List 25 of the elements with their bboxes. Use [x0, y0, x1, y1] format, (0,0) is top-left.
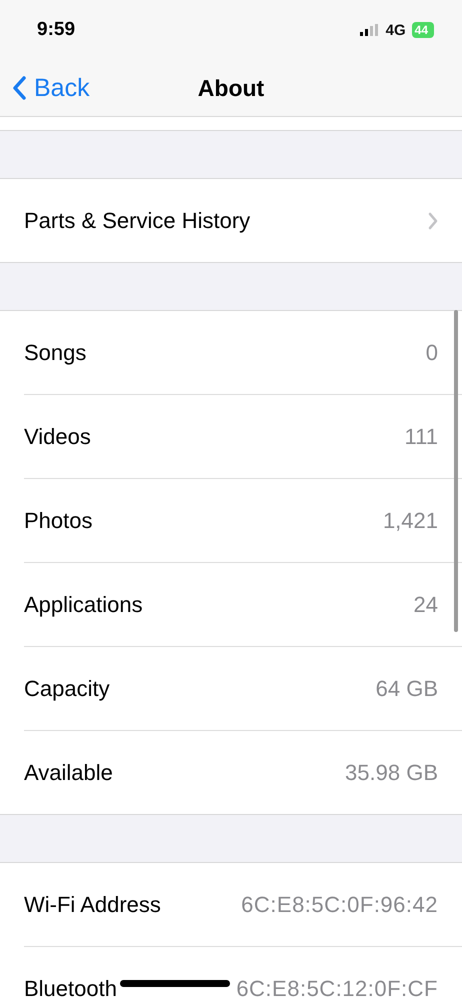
row-value: 24 [414, 592, 438, 618]
row-label: Photos [24, 508, 92, 534]
row-label: Applications [24, 592, 143, 618]
status-time: 9:59 [37, 19, 76, 41]
row-label: Capacity [24, 676, 110, 702]
back-button[interactable]: Back [0, 74, 90, 102]
row-label: Videos [24, 424, 91, 450]
row-value: 6C:E8:5C:0F:96:42 [241, 892, 438, 918]
row-label: Wi-Fi Address [24, 892, 161, 918]
back-chevron-icon [12, 76, 26, 100]
page-title: About [198, 74, 264, 102]
signal-icon [360, 24, 380, 36]
row-value: 1,421 [382, 508, 438, 534]
row-value: 111 [404, 424, 438, 450]
row-value: 6C:E8:5C:12:0F:CF [236, 976, 438, 1000]
row-label: Available [24, 760, 113, 786]
network-type: 4G [386, 22, 406, 38]
row-value: 35.98 GB [345, 760, 438, 786]
battery-level: 44 [412, 22, 434, 38]
row-label[interactable]: Parts & Service History [24, 208, 250, 234]
row-value: 0 [426, 340, 438, 366]
chevron-right-icon [428, 212, 438, 230]
row-label: Songs [24, 340, 86, 366]
row-label: Bluetooth [24, 976, 117, 1000]
row-value: 64 GB [376, 676, 438, 702]
